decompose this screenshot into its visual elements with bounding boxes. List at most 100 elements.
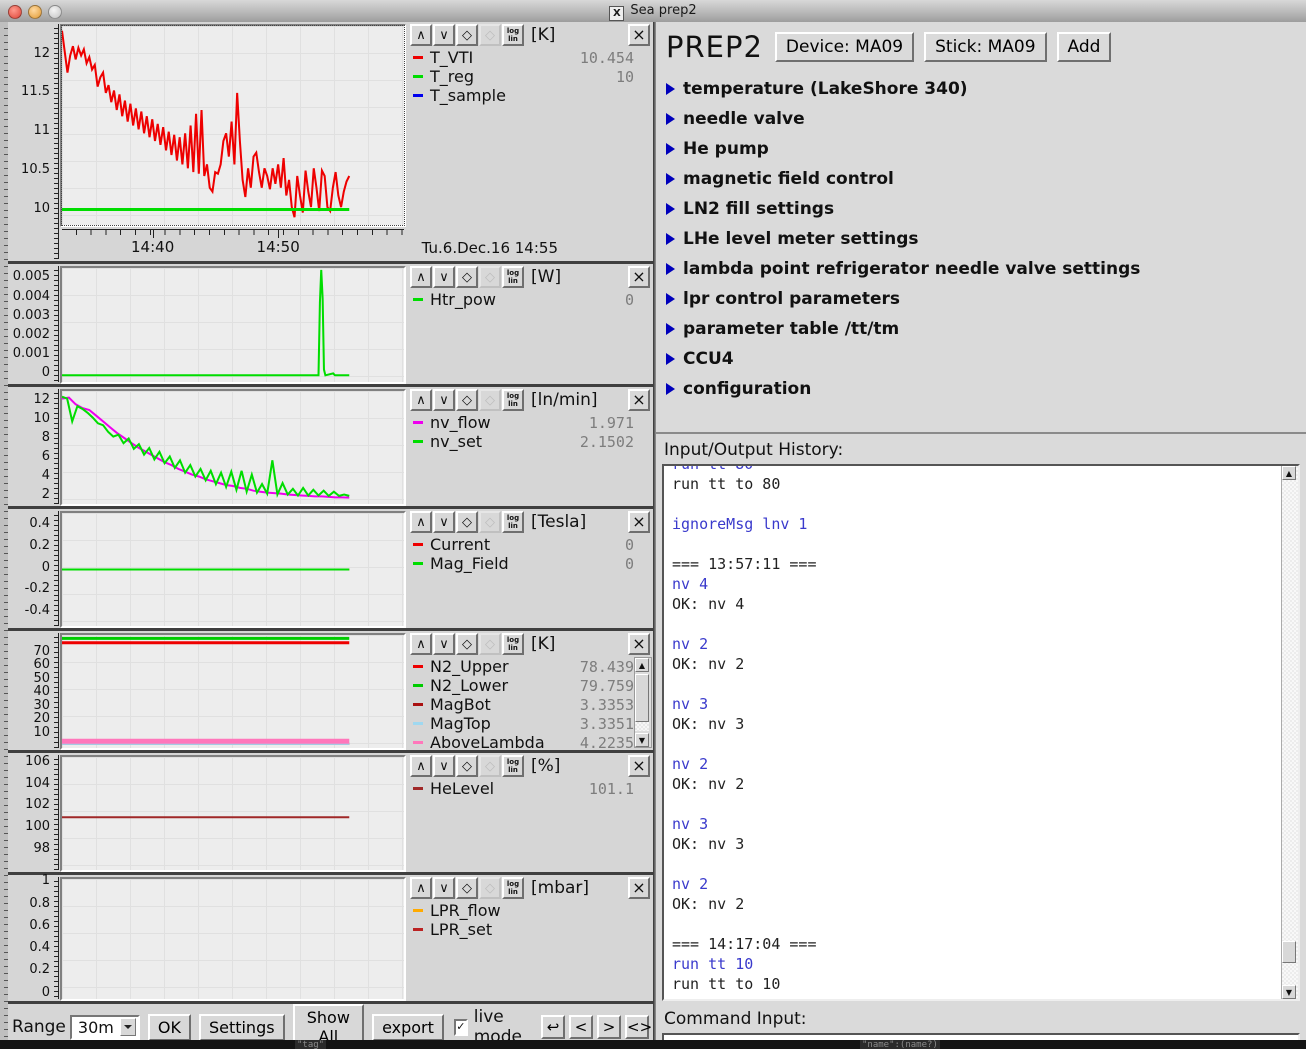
plot-area[interactable] [60, 633, 406, 750]
tree-item-configuration[interactable]: configuration [664, 374, 1306, 404]
log-lin-button[interactable]: loglin [502, 266, 524, 288]
settings-button[interactable]: Settings [199, 1014, 285, 1041]
zoom-box-button[interactable]: ◇ [479, 266, 501, 288]
scale-up-button[interactable]: ∧ [410, 24, 432, 46]
legend-entry[interactable]: N2_Upper78.439 [410, 657, 651, 676]
legend-entry[interactable]: MagBot3.3353 [410, 695, 651, 714]
legend-entry[interactable]: LPR_set [410, 920, 651, 939]
tree-item-lpr[interactable]: lpr control parameters [664, 284, 1306, 314]
step-back-button[interactable]: < [569, 1015, 593, 1039]
legend-entry[interactable]: LPR_flow [410, 901, 651, 920]
legend-entry[interactable]: nv_set2.1502 [410, 432, 651, 451]
tree-item-needle[interactable]: needle valve [664, 104, 1306, 134]
tree-item-parameter[interactable]: parameter table /tt/tm [664, 314, 1306, 344]
zoom-box-button[interactable]: ◇ [479, 511, 501, 533]
close-chart-button[interactable]: × [628, 266, 650, 288]
autoscale-button[interactable]: ◇ [456, 755, 478, 777]
zoom-box-button[interactable]: ◇ [479, 389, 501, 411]
scale-up-button[interactable]: ∧ [410, 389, 432, 411]
tree-item-lambda[interactable]: lambda point refrigerator needle valve s… [664, 254, 1306, 284]
scale-down-button[interactable]: ∨ [433, 511, 455, 533]
io-history-box[interactable]: run tt 80run tt to 80 ignoreMsg lnv 1 ==… [662, 464, 1300, 1001]
close-chart-button[interactable]: × [628, 511, 650, 533]
scroll-up-icon[interactable]: ▲ [635, 658, 649, 672]
close-chart-button[interactable]: × [628, 877, 650, 899]
close-chart-button[interactable]: × [628, 389, 650, 411]
chevron-down-icon[interactable] [120, 1018, 136, 1036]
log-lin-button[interactable]: loglin [502, 511, 524, 533]
scroll-up-icon[interactable]: ▲ [1282, 466, 1296, 480]
export-button[interactable]: export [372, 1014, 444, 1041]
legend-entry[interactable]: HeLevel101.1 [410, 779, 651, 798]
close-chart-button[interactable]: × [628, 633, 650, 655]
log-lin-button[interactable]: loglin [502, 877, 524, 899]
legend-entry[interactable]: Mag_Field0 [410, 554, 651, 573]
add-button[interactable]: Add [1057, 32, 1112, 62]
plot-area[interactable] [60, 266, 406, 384]
ok-button[interactable]: OK [148, 1014, 191, 1041]
scale-down-button[interactable]: ∨ [433, 24, 455, 46]
tree-item-temperature[interactable]: temperature (LakeShore 340) [664, 74, 1306, 104]
log-lin-button[interactable]: loglin [502, 24, 524, 46]
log-lin-button[interactable]: loglin [502, 633, 524, 655]
legend-entry[interactable]: N2_Lower79.759 [410, 676, 651, 695]
legend-entry[interactable]: nv_flow1.971 [410, 413, 651, 432]
legend-entry[interactable]: Current0 [410, 535, 651, 554]
scale-up-button[interactable]: ∧ [410, 877, 432, 899]
scroll-down-icon[interactable]: ▼ [1282, 985, 1296, 999]
log-lin-button[interactable]: loglin [502, 389, 524, 411]
plot-area[interactable] [60, 755, 406, 872]
device-button[interactable]: Device: MA09 [775, 32, 914, 62]
legend-entry[interactable]: T_reg10 [410, 67, 651, 86]
step-forward-button[interactable]: > [597, 1015, 621, 1039]
scrollbar-trough[interactable] [635, 722, 649, 731]
zoom-box-button[interactable]: ◇ [479, 755, 501, 777]
plot-area[interactable] [60, 389, 406, 506]
legend-entry[interactable]: AboveLambda4.2235 [410, 733, 651, 752]
scale-up-button[interactable]: ∧ [410, 755, 432, 777]
scale-down-button[interactable]: ∨ [433, 755, 455, 777]
plot-area[interactable] [60, 877, 406, 1001]
scale-up-button[interactable]: ∧ [410, 266, 432, 288]
autoscale-button[interactable]: ◇ [456, 24, 478, 46]
close-chart-button[interactable]: × [628, 755, 650, 777]
legend-entry[interactable]: T_VTI10.454 [410, 48, 651, 67]
tree-item-lhe[interactable]: LHe level meter settings [664, 224, 1306, 254]
scrollbar-thumb[interactable] [635, 674, 649, 722]
plot-area[interactable] [60, 24, 406, 227]
tree-item-he[interactable]: He pump [664, 134, 1306, 164]
io-history-scrollbar[interactable]: ▲ ▼ [1281, 466, 1298, 999]
stick-button[interactable]: Stick: MA09 [924, 32, 1046, 62]
tree-item-magnetic[interactable]: magnetic field control [664, 164, 1306, 194]
autoscale-button[interactable]: ◇ [456, 877, 478, 899]
range-dropdown[interactable]: 30m [70, 1015, 140, 1040]
zoom-box-button[interactable]: ◇ [479, 877, 501, 899]
autoscale-button[interactable]: ◇ [456, 633, 478, 655]
scale-up-button[interactable]: ∧ [410, 511, 432, 533]
autoscale-button[interactable]: ◇ [456, 511, 478, 533]
window-titlebar[interactable]: XSea prep2 [0, 0, 1306, 23]
scale-down-button[interactable]: ∨ [433, 877, 455, 899]
legend-entry[interactable]: Htr_pow0 [410, 290, 651, 309]
zoom-box-button[interactable]: ◇ [479, 24, 501, 46]
legend-entry[interactable]: MagTop3.3351 [410, 714, 651, 733]
autoscale-button[interactable]: ◇ [456, 389, 478, 411]
zoom-box-button[interactable]: ◇ [479, 633, 501, 655]
scale-down-button[interactable]: ∨ [433, 389, 455, 411]
plot-area[interactable] [60, 511, 406, 628]
legend-scrollbar[interactable]: ▲▼ [634, 657, 652, 748]
autoscale-button[interactable]: ◇ [456, 266, 478, 288]
tree-item-ccu4[interactable]: CCU4 [664, 344, 1306, 374]
scroll-down-icon[interactable]: ▼ [635, 733, 649, 747]
scale-up-button[interactable]: ∧ [410, 633, 432, 655]
jump-latest-button[interactable]: ↩ [541, 1015, 565, 1039]
legend-entry[interactable]: T_sample [410, 86, 651, 105]
tree-item-ln2[interactable]: LN2 fill settings [664, 194, 1306, 224]
expand-range-button[interactable]: <> [625, 1015, 649, 1039]
scale-down-button[interactable]: ∨ [433, 266, 455, 288]
scale-down-button[interactable]: ∨ [433, 633, 455, 655]
close-chart-button[interactable]: × [628, 24, 650, 46]
live-mode-checkbox[interactable]: ✓ [454, 1019, 468, 1036]
log-lin-button[interactable]: loglin [502, 755, 524, 777]
scrollbar-thumb[interactable] [1282, 941, 1296, 963]
